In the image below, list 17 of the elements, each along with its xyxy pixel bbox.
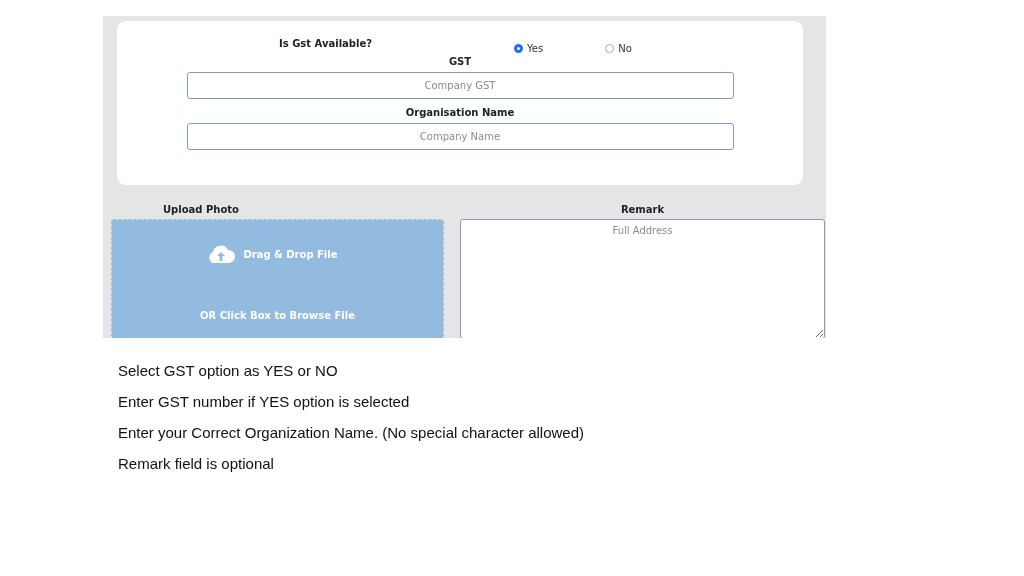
drop-text: Drag & Drop File	[243, 248, 338, 260]
instruction-text: Enter GST number if YES option is selected	[118, 392, 411, 412]
remark-text-area[interactable]: Full Address	[460, 219, 825, 338]
question-label: Is Gst Available?	[279, 38, 373, 51]
instruction-text: Enter your Correct Organization Name. (No special character allowed)	[118, 423, 586, 443]
radio-option[interactable]: Yes	[514, 41, 544, 56]
instruction-text: Select GST option as YES or NO	[118, 361, 339, 381]
field-label: GST	[448, 56, 472, 69]
instruction-text: Remark field is optional	[118, 454, 275, 474]
gst-input-field[interactable]: Company GST	[186, 72, 734, 99]
browse-text: OR Click Box to Browse File	[200, 310, 355, 321]
field-label: Organisation Name	[405, 107, 515, 120]
cloud-upload-icon	[207, 244, 236, 264]
upload-label: Upload Photo	[163, 204, 240, 217]
name-input-field[interactable]: Company Name	[186, 123, 734, 150]
remark-label: Remark	[620, 204, 665, 217]
radio-option[interactable]: No	[605, 41, 632, 56]
